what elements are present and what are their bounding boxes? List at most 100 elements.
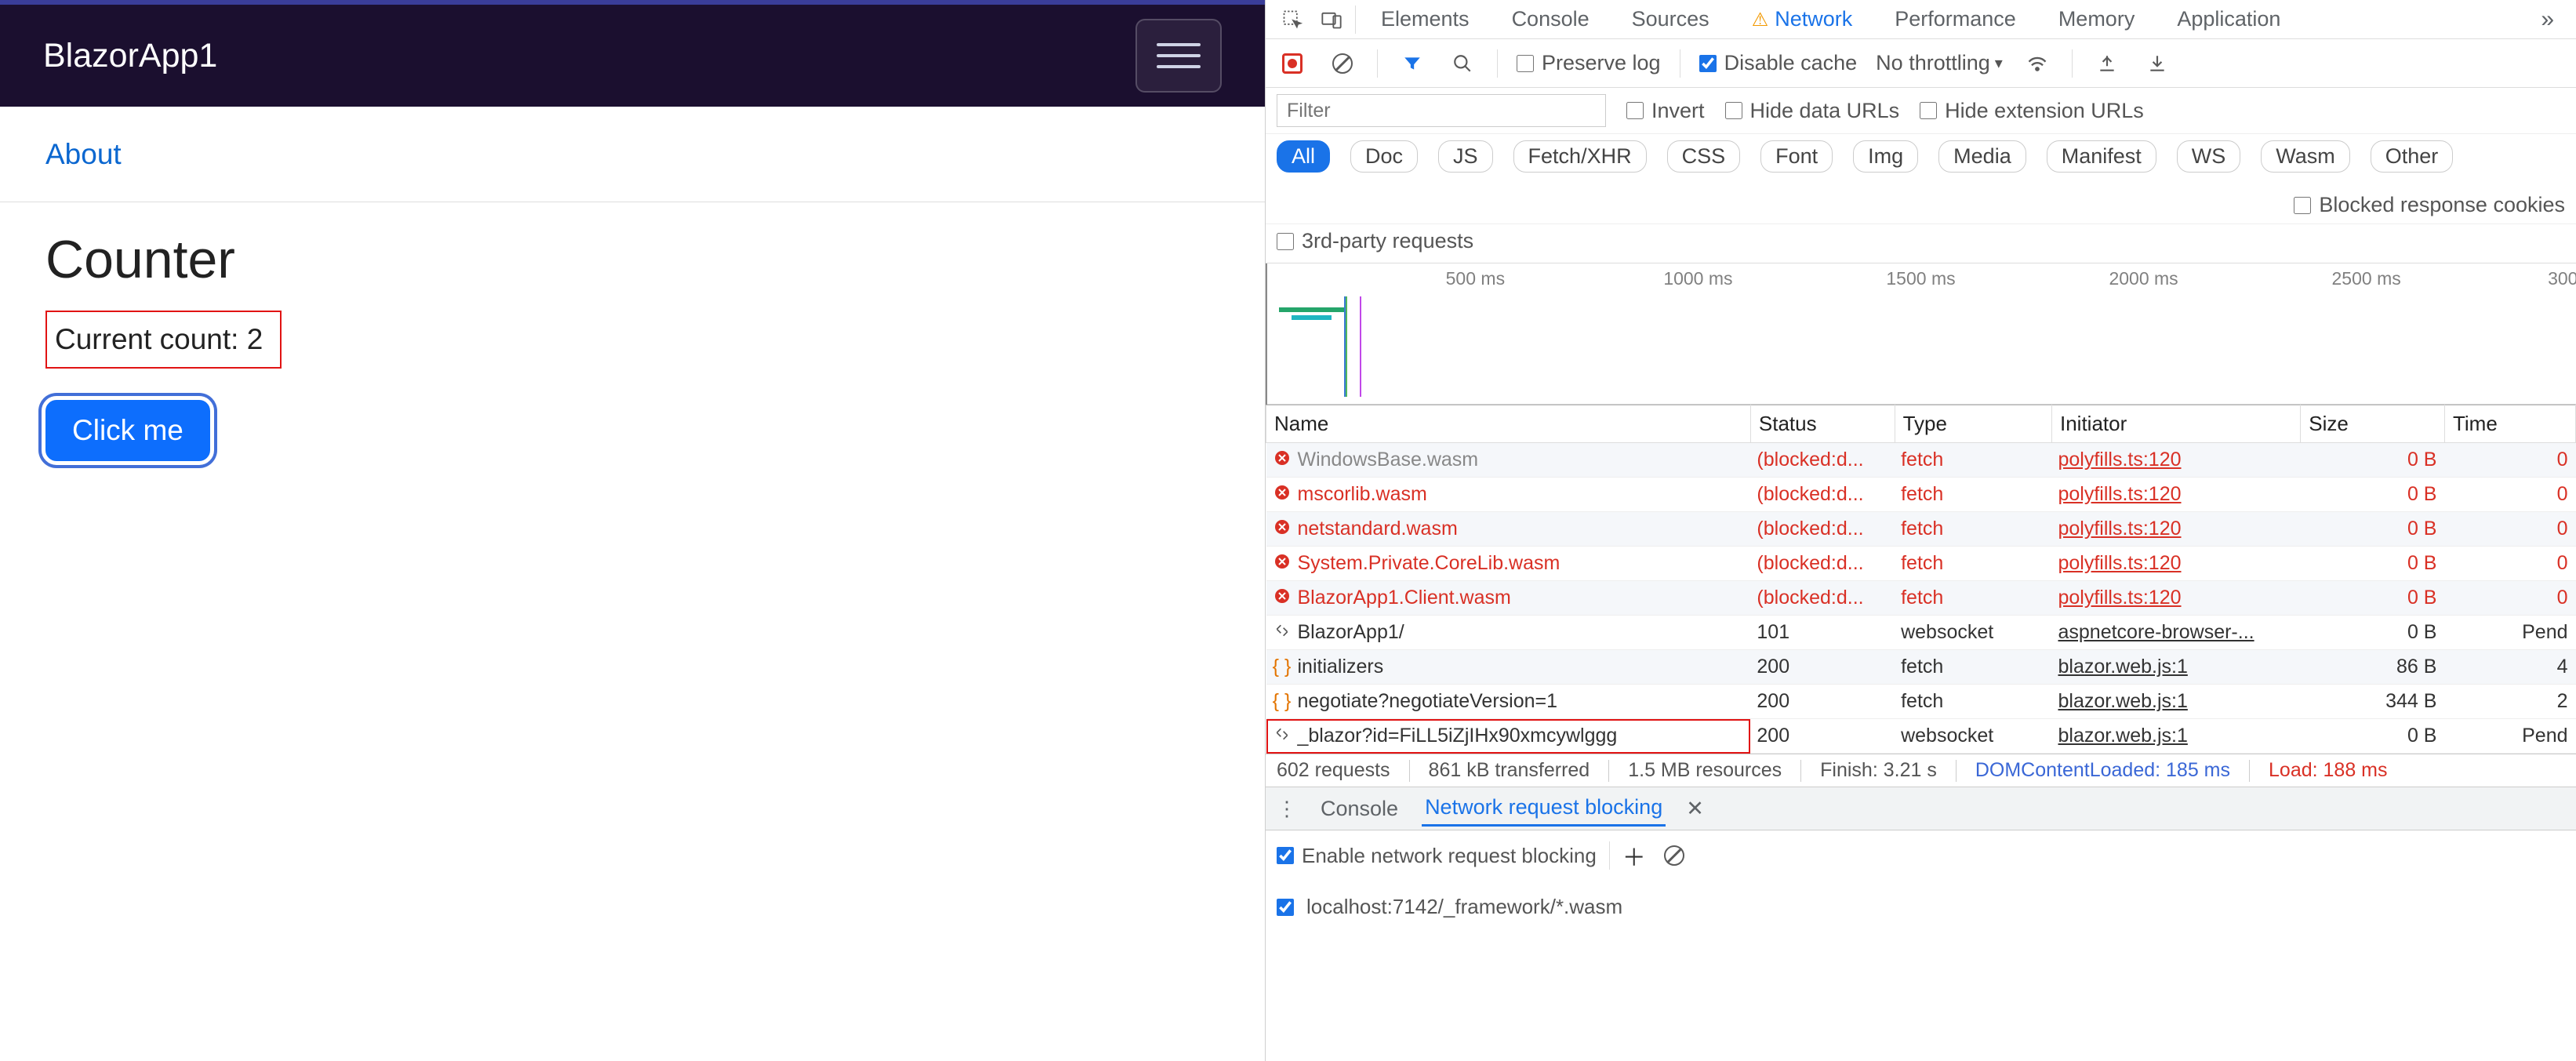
tab-console[interactable]: Console	[1495, 2, 1607, 36]
cell-initiator[interactable]: aspnetcore-browser-...	[2051, 616, 2300, 650]
chevron-down-icon: ▾	[1995, 53, 2003, 73]
cell-initiator[interactable]: polyfills.ts:120	[2051, 478, 2300, 512]
record-icon	[1282, 53, 1303, 74]
tick-label: 1000 ms	[1663, 268, 1732, 289]
drawer-tab-console[interactable]: Console	[1317, 792, 1401, 826]
pill-js[interactable]: JS	[1438, 140, 1493, 173]
timeline-ticks: 500 ms 1000 ms 1500 ms 2000 ms 2500 ms 3…	[1266, 268, 2576, 292]
third-party-checkbox[interactable]: 3rd-party requests	[1277, 229, 1473, 253]
about-link[interactable]: About	[45, 138, 122, 171]
tab-performance[interactable]: Performance	[1877, 2, 2033, 36]
cell-initiator[interactable]: polyfills.ts:120	[2051, 581, 2300, 616]
cell-status: 101	[1750, 616, 1895, 650]
blocked-cookies-checkbox[interactable]: Blocked response cookies	[2294, 193, 2565, 217]
tab-network[interactable]: Network	[1735, 2, 1870, 36]
table-row[interactable]: BlazorApp1.Client.wasm(blocked:d...fetch…	[1266, 581, 2576, 616]
col-status[interactable]: Status	[1750, 405, 1895, 443]
record-button[interactable]	[1277, 48, 1308, 79]
device-toggle-icon[interactable]	[1316, 4, 1347, 35]
timeline-cursor	[1360, 296, 1361, 397]
cell-initiator[interactable]: blazor.web.js:1	[2051, 650, 2300, 685]
pill-manifest[interactable]: Manifest	[2047, 140, 2156, 173]
pill-media[interactable]: Media	[1938, 140, 2026, 173]
pill-ws[interactable]: WS	[2177, 140, 2241, 173]
add-pattern-icon[interactable]: ＋	[1622, 838, 1646, 873]
cell-size: 0 B	[2301, 719, 2445, 754]
tab-sources[interactable]: Sources	[1615, 2, 1727, 36]
network-timeline[interactable]: 500 ms 1000 ms 1500 ms 2000 ms 2500 ms 3…	[1266, 263, 2576, 405]
blazor-app: BlazorApp1 About Counter Current count: …	[0, 0, 1265, 1061]
close-drawer-tab-icon[interactable]: ✕	[1686, 797, 1704, 821]
clear-button[interactable]	[1327, 48, 1358, 79]
pill-img[interactable]: Img	[1853, 140, 1918, 173]
cell-time: 0	[2444, 478, 2575, 512]
tab-elements[interactable]: Elements	[1364, 2, 1487, 36]
table-row[interactable]: System.Private.CoreLib.wasm(blocked:d...…	[1266, 547, 2576, 581]
cell-size: 0 B	[2301, 616, 2445, 650]
network-requests-table: Name Status Type Initiator Size Time Win…	[1266, 405, 2576, 754]
table-row[interactable]: BlazorApp1/101websocketaspnetcore-browse…	[1266, 616, 2576, 650]
cell-initiator[interactable]: polyfills.ts:120	[2051, 443, 2300, 478]
clear-patterns-button[interactable]	[1659, 840, 1690, 871]
filter-bar: Invert Hide data URLs Hide extension URL…	[1266, 88, 2576, 134]
hide-data-urls-checkbox[interactable]: Hide data URLs	[1725, 99, 1900, 123]
blocking-pattern-row[interactable]: localhost:7142/_framework/*.wasm	[1277, 895, 2565, 919]
import-har-icon[interactable]	[2091, 48, 2123, 79]
hide-extension-urls-checkbox[interactable]: Hide extension URLs	[1920, 99, 2144, 123]
network-conditions-icon[interactable]	[2022, 48, 2053, 79]
cell-status: (blocked:d...	[1750, 478, 1895, 512]
col-type[interactable]: Type	[1895, 405, 2051, 443]
pill-other[interactable]: Other	[2371, 140, 2454, 173]
inspect-icon[interactable]	[1277, 4, 1308, 35]
separator	[2249, 760, 2250, 782]
export-har-icon[interactable]	[2142, 48, 2173, 79]
enable-blocking-checkbox[interactable]: Enable network request blocking	[1277, 844, 1597, 868]
drawer-tab-network-blocking[interactable]: Network request blocking	[1422, 790, 1666, 827]
hamburger-button[interactable]	[1135, 19, 1222, 93]
table-row[interactable]: { }initializers200fetchblazor.web.js:186…	[1266, 650, 2576, 685]
cell-initiator[interactable]: polyfills.ts:120	[2051, 512, 2300, 547]
hamburger-line-icon	[1157, 54, 1201, 57]
throttling-dropdown[interactable]: No throttling ▾	[1876, 51, 2003, 75]
table-row[interactable]: netstandard.wasm(blocked:d...fetchpolyfi…	[1266, 512, 2576, 547]
cell-type: fetch	[1895, 650, 2051, 685]
error-icon	[1273, 449, 1292, 471]
invert-checkbox[interactable]: Invert	[1626, 99, 1705, 123]
cell-initiator[interactable]: polyfills.ts:120	[2051, 547, 2300, 581]
filter-input[interactable]	[1277, 94, 1606, 127]
summary-requests: 602 requests	[1277, 759, 1390, 782]
table-row[interactable]: { }negotiate?negotiateVersion=1200fetchb…	[1266, 685, 2576, 719]
more-tabs-icon[interactable]: »	[2530, 6, 2565, 33]
enable-blocking-label: Enable network request blocking	[1302, 844, 1597, 868]
pill-font[interactable]: Font	[1760, 140, 1833, 173]
search-icon[interactable]	[1447, 48, 1478, 79]
tab-memory[interactable]: Memory	[2041, 2, 2153, 36]
enable-blocking-row: Enable network request blocking ＋	[1277, 838, 2565, 873]
pill-all[interactable]: All	[1277, 140, 1330, 173]
drawer-menu-icon[interactable]: ⋮	[1277, 797, 1297, 821]
pill-doc[interactable]: Doc	[1350, 140, 1418, 173]
tab-application[interactable]: Application	[2160, 2, 2298, 36]
col-initiator[interactable]: Initiator	[2051, 405, 2300, 443]
table-row[interactable]: _blazor?id=FiLL5iZjIHx90xmcywlggg200webs…	[1266, 719, 2576, 754]
cell-initiator[interactable]: blazor.web.js:1	[2051, 719, 2300, 754]
disable-cache-checkbox[interactable]: Disable cache	[1699, 51, 1858, 75]
filter-toggle-icon[interactable]	[1397, 48, 1428, 79]
cell-initiator[interactable]: blazor.web.js:1	[2051, 685, 2300, 719]
pill-css[interactable]: CSS	[1667, 140, 1741, 173]
pattern-checkbox[interactable]	[1277, 899, 1294, 916]
cell-type: fetch	[1895, 512, 2051, 547]
websocket-icon	[1273, 725, 1292, 747]
table-row[interactable]: mscorlib.wasm(blocked:d...fetchpolyfills…	[1266, 478, 2576, 512]
col-size[interactable]: Size	[2301, 405, 2445, 443]
separator	[2072, 49, 2073, 78]
hide-extension-urls-label: Hide extension URLs	[1945, 99, 2144, 123]
pill-wasm[interactable]: Wasm	[2261, 140, 2350, 173]
pill-fetch-xhr[interactable]: Fetch/XHR	[1513, 140, 1647, 173]
col-name[interactable]: Name	[1266, 405, 1751, 443]
preserve-log-checkbox[interactable]: Preserve log	[1517, 51, 1661, 75]
click-me-button[interactable]: Click me	[45, 400, 210, 461]
cell-type: websocket	[1895, 719, 2051, 754]
table-row[interactable]: WindowsBase.wasm(blocked:d...fetchpolyfi…	[1266, 443, 2576, 478]
col-time[interactable]: Time	[2444, 405, 2575, 443]
